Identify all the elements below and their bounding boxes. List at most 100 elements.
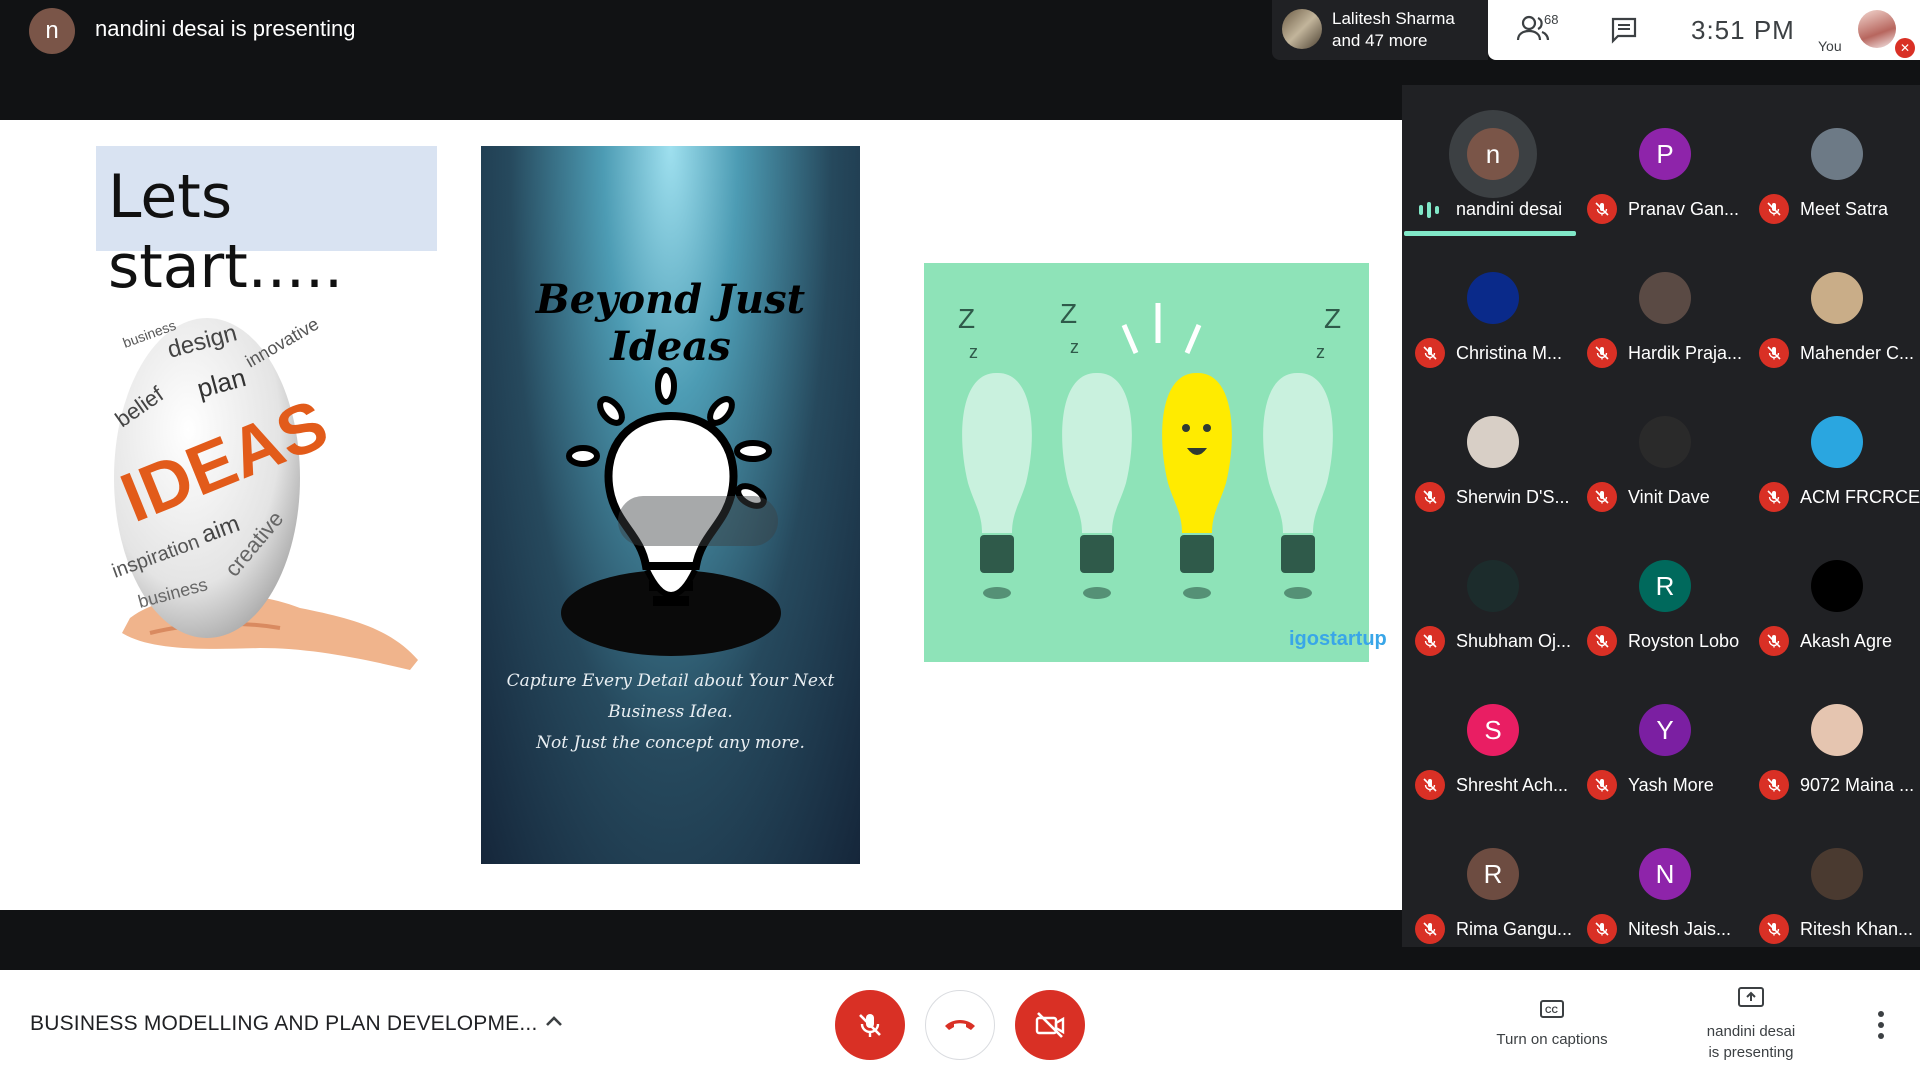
participant-name: Yash More: [1628, 775, 1714, 795]
chevron-up-icon[interactable]: [543, 1010, 565, 1037]
participant-name: 9072 Maina ...: [1800, 775, 1915, 795]
participant-tile[interactable]: ACM FRCRCE: [1748, 383, 1920, 527]
participant-name: Pranav Gan...: [1628, 199, 1740, 219]
mic-off-icon: [1587, 770, 1617, 800]
participant-name: Hardik Praja...: [1628, 343, 1743, 363]
bulbs-image: Zz Zz Zz igostartup: [924, 263, 1387, 662]
avatar: [1282, 9, 1322, 49]
svg-text:CC: CC: [1545, 1005, 1558, 1015]
top-bar: n nandini desai is presenting Lalitesh S…: [0, 0, 1920, 60]
participant-tile[interactable]: n nandini desai: [1404, 95, 1576, 239]
svg-text:Z: Z: [958, 303, 975, 334]
mic-off-icon: [1415, 770, 1445, 800]
mic-off-icon: [1587, 194, 1617, 224]
mic-off-icon: [1587, 482, 1617, 512]
participant-tile[interactable]: R Royston Lobo: [1576, 527, 1748, 671]
participants-chip[interactable]: Lalitesh Sharma and 47 more: [1272, 0, 1488, 60]
avatar: R: [1467, 848, 1519, 900]
participant-tile[interactable]: Hardik Praja...: [1576, 239, 1748, 383]
slide-heading: Lets start.....: [108, 162, 344, 302]
avatar: P: [1639, 128, 1691, 180]
captions-icon: CC: [1540, 1000, 1564, 1018]
avatar: [1811, 272, 1863, 324]
more-vert-icon[interactable]: [1874, 1006, 1888, 1046]
avatar: [1811, 128, 1863, 180]
svg-text:z: z: [1316, 342, 1325, 362]
participant-tile[interactable]: S Shresht Ach...: [1404, 671, 1576, 815]
participant-tile[interactable]: P Pranav Gan...: [1576, 95, 1748, 239]
participant-name: Shubham Oj...: [1456, 631, 1572, 651]
avatar: N: [1639, 848, 1691, 900]
participant-name: Ritesh Khan...: [1800, 919, 1914, 939]
gostartup-logo: igostartup: [1289, 628, 1387, 650]
mic-off-icon: [1415, 482, 1445, 512]
participant-name: nandini desai: [1456, 199, 1563, 219]
participant-name: Shresht Ach...: [1456, 775, 1569, 795]
presenting-label-line2: is presenting: [1708, 1044, 1794, 1061]
participant-name: Akash Agre: [1800, 631, 1893, 651]
avatar: [1811, 416, 1863, 468]
avatar: [1811, 704, 1863, 756]
avatar: [1467, 560, 1519, 612]
participant-name: Mahender C...: [1800, 343, 1915, 363]
meeting-info-bar: 68 3:51 PM You ✕: [1488, 0, 1920, 60]
mic-toggle-button[interactable]: [835, 990, 905, 1060]
mic-off-icon: ✕: [1895, 38, 1915, 58]
camera-off-icon: [1035, 1012, 1065, 1038]
participant-tile[interactable]: R Rima Gangu...: [1404, 815, 1576, 959]
participant-name: Nitesh Jais...: [1628, 919, 1732, 939]
participant-tile[interactable]: Akash Agre: [1748, 527, 1920, 671]
people-count: 68: [1544, 12, 1559, 27]
participant-tile[interactable]: Y Yash More: [1576, 671, 1748, 815]
participant-tile[interactable]: Meet Satra: [1748, 95, 1920, 239]
ideas-sphere-image: business design plan innovative belief I…: [109, 288, 430, 678]
beyond-caption-line2: Not Just the concept any more.: [536, 733, 805, 753]
meeting-title[interactable]: BUSINESS MODELLING AND PLAN DEVELOPME...: [30, 1012, 537, 1036]
participant-name: Christina M...: [1456, 343, 1563, 363]
participant-tile[interactable]: 9072 Maina ...: [1748, 671, 1920, 815]
participant-tile[interactable]: Sherwin D'S...: [1404, 383, 1576, 527]
chat-icon[interactable]: [1610, 16, 1638, 49]
participant-tile[interactable]: Ritesh Khan...: [1748, 815, 1920, 959]
presenter-status: nandini desai is presenting: [95, 16, 356, 41]
people-icon[interactable]: [1516, 14, 1566, 48]
presentation-stage: Lets start..... business design plan inn…: [0, 120, 1402, 910]
end-call-button[interactable]: [925, 990, 995, 1060]
participant-tile[interactable]: Christina M...: [1404, 239, 1576, 383]
mic-off-icon: [1759, 194, 1789, 224]
participant-tile[interactable]: N Nitesh Jais...: [1576, 815, 1748, 959]
mic-off-icon: [1587, 338, 1617, 368]
speaking-indicator: [1404, 231, 1576, 236]
mic-off-icon: [1759, 482, 1789, 512]
avatar: [1467, 272, 1519, 324]
participant-tile[interactable]: Mahender C...: [1748, 239, 1920, 383]
participant-tile[interactable]: Vinit Dave: [1576, 383, 1748, 527]
avatar: S: [1467, 704, 1519, 756]
svg-text:z: z: [969, 342, 978, 362]
mic-off-icon: [1759, 770, 1789, 800]
slide-heading-box: Lets start.....: [96, 146, 437, 302]
bottom-bar: BUSINESS MODELLING AND PLAN DEVELOPME...…: [0, 970, 1920, 1080]
svg-text:z: z: [1070, 337, 1079, 357]
end-call-icon: [945, 1020, 975, 1030]
mic-off-icon: [1759, 626, 1789, 656]
participant-grid: n nandini desai P Pranav Gan... Meet Satra Ch…: [1402, 85, 1920, 947]
participants-chip-text: Lalitesh Sharma and 47 more: [1332, 8, 1455, 52]
captions-button[interactable]: CC Turn on captions: [1487, 998, 1617, 1048]
captions-label: Turn on captions: [1496, 1031, 1608, 1048]
avatar: Y: [1639, 704, 1691, 756]
video-overlay-controls[interactable]: [618, 496, 778, 546]
speaking-icon: [1419, 202, 1439, 218]
you-label: You: [1818, 38, 1842, 54]
mic-off-icon: [1415, 626, 1445, 656]
camera-toggle-button[interactable]: [1015, 990, 1085, 1060]
avatar: R: [1639, 560, 1691, 612]
avatar: [1639, 416, 1691, 468]
presenting-button[interactable]: nandini desai is presenting: [1690, 986, 1812, 1063]
mic-off-icon: [1587, 914, 1617, 944]
mic-off-icon: [1415, 914, 1445, 944]
participant-name: Vinit Dave: [1628, 487, 1710, 507]
participants-chip-line1: Lalitesh Sharma: [1332, 9, 1455, 28]
beyond-caption: Capture Every Detail about Your Next Bus…: [481, 666, 860, 759]
participant-tile[interactable]: Shubham Oj...: [1404, 527, 1576, 671]
